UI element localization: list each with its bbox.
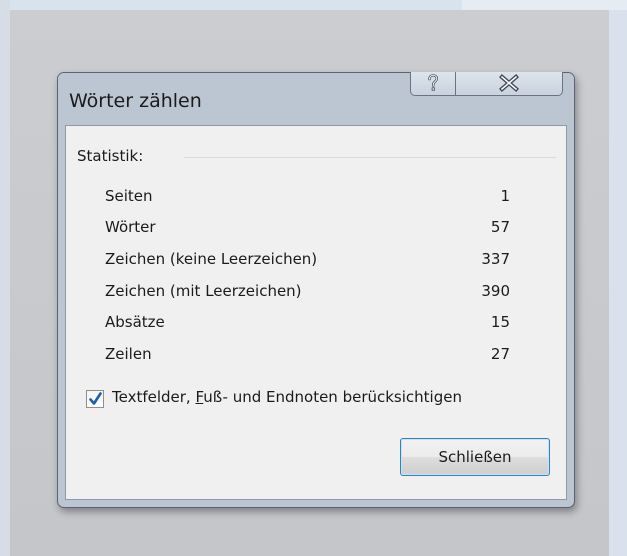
stat-value-zeichen-mit-leerzeichen: 390 (481, 282, 510, 300)
include-textboxes-footnotes-label[interactable]: Textfelder, Fuß- und Endnoten berücksich… (112, 388, 462, 406)
stat-value-zeilen: 27 (490, 345, 510, 363)
stat-value-seiten: 1 (500, 187, 510, 205)
stat-label-woerter: Wörter (105, 218, 156, 236)
background-top-right-strip (462, 0, 627, 10)
background-right-strip (609, 10, 627, 556)
stat-value-zeichen-ohne-leerzeichen: 337 (481, 250, 510, 268)
background-left-strip (0, 0, 10, 556)
close-button[interactable]: Schließen (400, 438, 550, 476)
checkbox-label-part: Textfelder, (112, 388, 196, 406)
stat-label-zeichen-mit-leerzeichen: Zeichen (mit Leerzeichen) (105, 282, 302, 300)
word-count-dialog: Wörter zählen Statistik: Seiten 1 Wörter… (57, 72, 575, 508)
checkmark-icon (89, 392, 102, 405)
dialog-titlebar[interactable]: Wörter zählen (58, 72, 574, 125)
close-window-button[interactable] (455, 72, 563, 96)
dialog-content: Statistik: Seiten 1 Wörter 57 Zeichen (k… (65, 125, 567, 500)
x-close-icon (499, 74, 519, 92)
help-button[interactable] (410, 72, 456, 96)
stat-label-absaetze: Absätze (105, 313, 165, 331)
stat-label-zeichen-ohne-leerzeichen: Zeichen (keine Leerzeichen) (105, 250, 318, 268)
dialog-title: Wörter zählen (69, 90, 202, 112)
include-textboxes-footnotes-checkbox[interactable] (86, 390, 104, 408)
stat-label-zeilen: Zeilen (105, 345, 152, 363)
stat-value-absaetze: 15 (490, 313, 510, 331)
stat-value-woerter: 57 (490, 218, 510, 236)
question-mark-icon (428, 74, 439, 91)
checkbox-label-part: uß- und Endnoten berücksichtigen (203, 388, 462, 406)
stat-label-seiten: Seiten (105, 187, 153, 205)
